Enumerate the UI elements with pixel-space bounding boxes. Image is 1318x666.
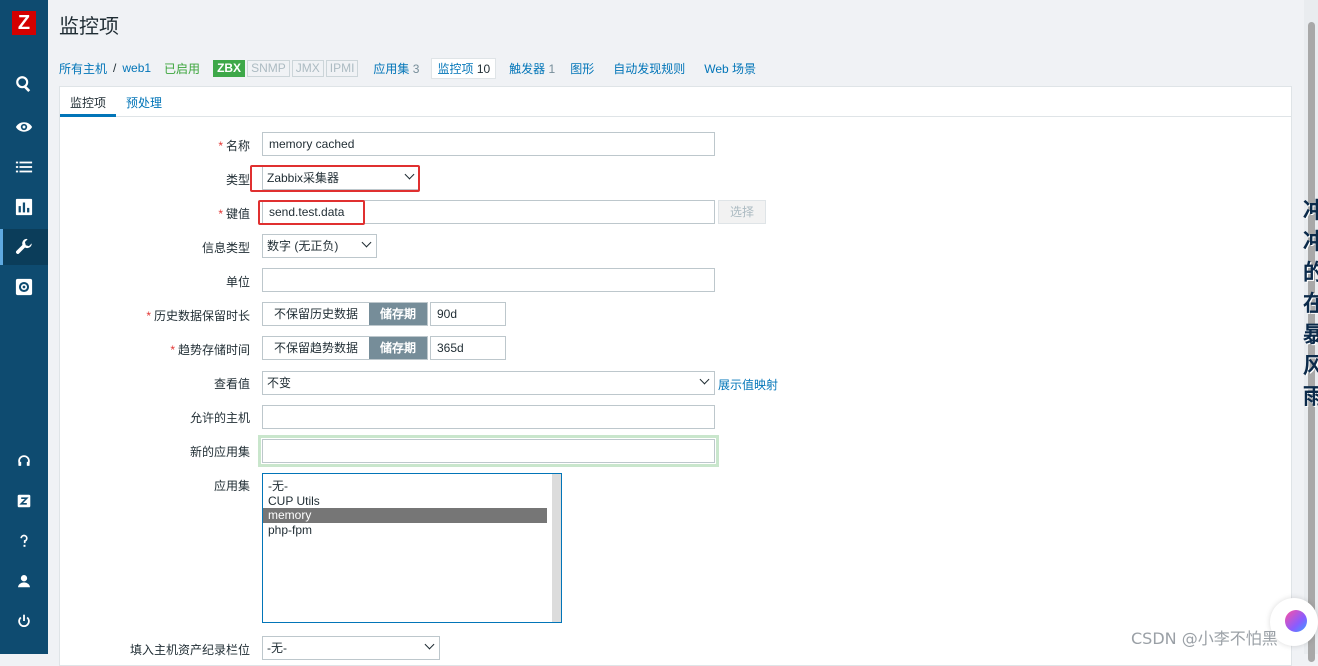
nav-graphs[interactable]: 图形 xyxy=(570,60,594,77)
applications-label: 应用集 xyxy=(213,479,250,493)
list-item[interactable]: -无- xyxy=(263,479,561,494)
valuemap-label: 查看值 xyxy=(213,377,250,391)
chevron-down-icon xyxy=(361,237,372,248)
name-label: * 名称 xyxy=(218,139,250,153)
history-mode-toggle: 不保留历史数据 储存期 xyxy=(262,302,429,326)
new-application-field[interactable] xyxy=(262,439,715,463)
availability-zbx: ZBX xyxy=(213,59,246,77)
chart-icon[interactable] xyxy=(0,189,48,225)
nav-triggers-label: 触发器 xyxy=(509,61,546,76)
history-label: * 历史数据保留时长 xyxy=(146,309,250,323)
name-label-text: 名称 xyxy=(225,139,250,153)
trends-period-field[interactable]: 365d xyxy=(430,336,506,360)
gear-icon[interactable] xyxy=(0,269,48,305)
trends-label-text: 趋势存储时间 xyxy=(177,343,250,357)
nav-web-scenarios[interactable]: Web 场景 xyxy=(704,60,756,77)
availability-snmp: SNMP xyxy=(247,59,290,77)
sidebar: Z xyxy=(0,0,48,654)
watermark-text: CSDN @小李不怕黑 xyxy=(1131,629,1278,648)
zabbix-logo[interactable]: Z xyxy=(12,11,36,35)
availability-ipmi: IPMI xyxy=(325,59,359,77)
tab-item[interactable]: 监控项 xyxy=(70,94,106,111)
breadcrumb-separator: / xyxy=(113,61,117,75)
tab-preprocessing[interactable]: 预处理 xyxy=(126,94,162,111)
type-label: 类型 xyxy=(225,173,250,187)
trends-label: * 趋势存储时间 xyxy=(170,343,250,357)
info-type-select-value: 数字 (无正负) xyxy=(267,239,339,253)
nav-items-count: 10 xyxy=(476,61,491,76)
zabbix-share-icon[interactable] xyxy=(0,483,48,519)
info-type-select[interactable]: 数字 (无正负) xyxy=(262,234,377,258)
key-label-text: 键值 xyxy=(225,207,250,221)
trends-mode-toggle: 不保留趋势数据 储存期 xyxy=(262,336,429,360)
valuemap-select-value: 不变 xyxy=(267,376,292,390)
nav-applications-count: 3 xyxy=(412,61,420,76)
search-icon[interactable] xyxy=(0,66,48,102)
red-highlight-key xyxy=(258,200,365,225)
inventory-field-select[interactable]: -无- xyxy=(262,636,440,660)
nav-items-label: 监控项 xyxy=(437,61,474,76)
power-icon[interactable] xyxy=(0,603,48,639)
nav-triggers-count: 1 xyxy=(548,61,556,76)
allowed-hosts-label: 允许的主机 xyxy=(189,411,250,425)
list-item[interactable]: php-fpm xyxy=(263,523,561,538)
wrench-icon[interactable] xyxy=(0,229,48,265)
inventory-select-value: -无- xyxy=(267,641,287,655)
valuemap-select[interactable]: 不变 xyxy=(262,371,715,395)
page-title: 监控项 xyxy=(59,16,119,38)
trends-do-not-keep-option[interactable]: 不保留趋势数据 xyxy=(263,337,370,359)
history-period-field[interactable]: 90d xyxy=(430,302,506,326)
breadcrumb-all-hosts[interactable]: 所有主机 xyxy=(59,60,107,77)
headset-icon[interactable] xyxy=(0,443,48,479)
chevron-down-icon xyxy=(424,639,435,650)
trends-storage-period-option[interactable]: 储存期 xyxy=(369,337,428,359)
inventory-field-label: 填入主机资产纪录栏位 xyxy=(129,643,250,657)
list-icon[interactable] xyxy=(0,149,48,185)
nav-triggers[interactable]: 触发器 1 xyxy=(509,60,555,77)
nav-discovery-rules[interactable]: 自动发现规则 xyxy=(613,60,685,77)
assistant-icon xyxy=(1285,610,1307,632)
red-highlight-type xyxy=(250,165,420,192)
chevron-down-icon xyxy=(699,374,710,385)
key-select-button[interactable]: 选择 xyxy=(718,200,766,224)
nav-applications[interactable]: 应用集 3 xyxy=(373,60,419,77)
allowed-hosts-field[interactable] xyxy=(262,405,715,429)
nav-applications-label: 应用集 xyxy=(373,61,410,76)
list-item-selected[interactable]: memory xyxy=(263,508,547,523)
item-form-card: 监控项 预处理 * 名称 memory cached 类型 Zabbix采集器 *… xyxy=(59,86,1292,666)
info-type-label: 信息类型 xyxy=(201,241,250,255)
show-value-mappings-link[interactable]: 展示值映射 xyxy=(718,376,778,393)
availability-jmx: JMX xyxy=(291,59,324,77)
new-application-label: 新的应用集 xyxy=(189,445,250,459)
eye-icon[interactable] xyxy=(0,109,48,145)
applications-listbox[interactable]: -无- CUP Utils memory php-fpm xyxy=(262,473,562,623)
units-field[interactable] xyxy=(262,268,715,292)
active-tab-indicator xyxy=(60,114,116,117)
nav-items[interactable]: 监控项 10 xyxy=(431,57,497,79)
user-icon[interactable] xyxy=(0,563,48,599)
host-navigation: 所有主机 / web1 已启用 ZBX SNMP JMX IPMI 应用集 3 … xyxy=(59,57,756,79)
key-label: * 键值 xyxy=(218,207,250,221)
name-field[interactable]: memory cached xyxy=(262,132,715,156)
history-storage-period-option[interactable]: 储存期 xyxy=(369,303,428,325)
vertical-overlay-text: 冲冲的在暴风雨 xyxy=(1303,198,1318,409)
list-item[interactable]: CUP Utils xyxy=(263,494,561,509)
breadcrumb-host[interactable]: web1 xyxy=(122,61,151,75)
history-label-text: 历史数据保留时长 xyxy=(153,309,250,323)
help-icon[interactable] xyxy=(0,523,48,559)
listbox-scrollbar[interactable] xyxy=(552,474,561,622)
history-do-not-keep-option[interactable]: 不保留历史数据 xyxy=(263,303,370,325)
status-badge: 已启用 xyxy=(164,61,201,76)
form-tabs: 监控项 预处理 xyxy=(60,87,1291,117)
units-label: 单位 xyxy=(225,275,250,289)
